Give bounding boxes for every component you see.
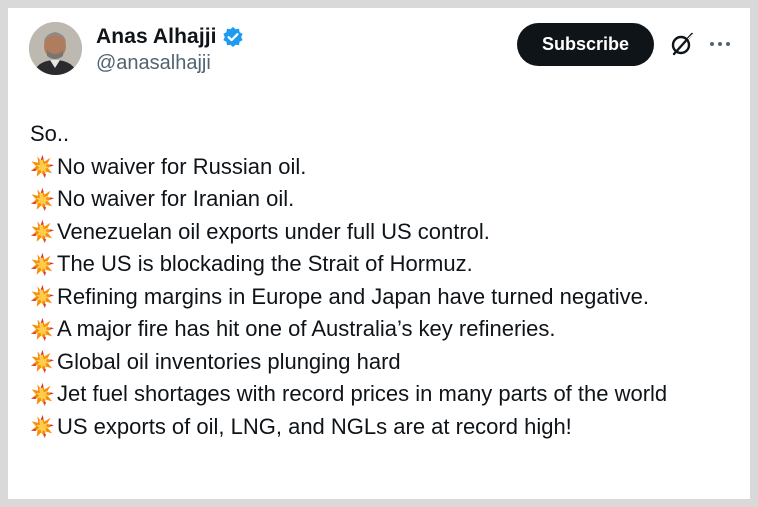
list-item-text: Jet fuel shortages with record prices in… bbox=[57, 381, 668, 406]
verified-badge-icon[interactable] bbox=[222, 26, 244, 48]
list-item-text: US exports of oil, LNG, and NGLs are at … bbox=[57, 413, 572, 439]
list-item-text: Global oil inventories plunging hard bbox=[57, 348, 401, 374]
subscribe-button[interactable]: Subscribe bbox=[517, 23, 654, 66]
collision-emoji-icon bbox=[30, 411, 57, 444]
list-item-text: Refining margins in Europe and Japan hav… bbox=[57, 283, 649, 309]
list-item: Jet fuel shortages with record prices in… bbox=[30, 378, 730, 411]
collision-emoji-icon bbox=[30, 151, 57, 184]
list-item: Global oil inventories plunging hard bbox=[30, 346, 730, 379]
post-card: Anas Alhajji @anasalhajji Subscribe So..… bbox=[8, 8, 750, 499]
list-item-text: The US is blockading the Strait of Hormu… bbox=[57, 251, 473, 276]
collision-emoji-icon bbox=[30, 216, 57, 249]
author-display-name[interactable]: Anas Alhajji bbox=[96, 25, 217, 49]
collision-emoji-icon bbox=[30, 183, 57, 216]
avatar[interactable] bbox=[29, 22, 82, 75]
collision-emoji-icon bbox=[30, 378, 57, 411]
list-item: US exports of oil, LNG, and NGLs are at … bbox=[30, 411, 730, 444]
list-item-text: A major fire has hit one of Australia’s … bbox=[57, 316, 556, 341]
post-header: Anas Alhajji @anasalhajji Subscribe bbox=[8, 8, 750, 88]
post-text: So.. No waiver for Russian oil. No waive… bbox=[30, 118, 730, 443]
grok-icon[interactable] bbox=[668, 30, 696, 58]
collision-emoji-icon bbox=[30, 248, 57, 281]
author-name-row[interactable]: Anas Alhajji bbox=[96, 23, 244, 51]
list-item: No waiver for Iranian oil. bbox=[30, 183, 730, 216]
list-item: No waiver for Russian oil. bbox=[30, 151, 730, 184]
author-handle[interactable]: @anasalhajji bbox=[96, 52, 211, 75]
collision-emoji-icon bbox=[30, 313, 57, 346]
list-item: Venezuelan oil exports under full US con… bbox=[30, 216, 730, 249]
post-bullet-list: No waiver for Russian oil. No waiver for… bbox=[30, 151, 730, 444]
collision-emoji-icon bbox=[30, 346, 57, 379]
collision-emoji-icon bbox=[30, 281, 57, 314]
list-item: The US is blockading the Strait of Hormu… bbox=[30, 248, 730, 281]
more-icon[interactable] bbox=[708, 30, 732, 58]
list-item-text: No waiver for Iranian oil. bbox=[57, 186, 295, 211]
list-item-text: No waiver for Russian oil. bbox=[57, 153, 307, 179]
list-item: A major fire has hit one of Australia’s … bbox=[30, 313, 730, 346]
list-item-text: Venezuelan oil exports under full US con… bbox=[57, 218, 490, 244]
post-intro-line: So.. bbox=[30, 118, 730, 151]
list-item: Refining margins in Europe and Japan hav… bbox=[30, 281, 730, 314]
post-intro: So.. bbox=[30, 121, 70, 146]
